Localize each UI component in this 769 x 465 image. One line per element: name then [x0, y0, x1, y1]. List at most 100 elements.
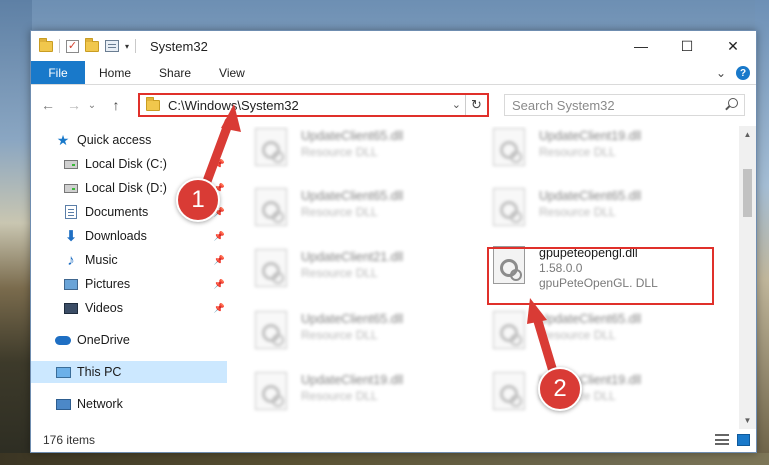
step-2-badge: 2	[538, 367, 582, 411]
dll-file-icon	[255, 188, 287, 226]
close-button[interactable]: ✕	[710, 31, 756, 61]
toolbar-separator	[135, 39, 137, 53]
file-description: Resource DLL	[301, 389, 378, 403]
dll-file-icon	[493, 128, 525, 166]
file-item[interactable]: UpdateClient65.dll Resource DLL	[493, 188, 713, 232]
dll-file-icon	[493, 188, 525, 226]
file-item[interactable]: UpdateClient65.dll Resource DLL	[255, 128, 475, 172]
refresh-button[interactable]: ↻	[465, 95, 487, 115]
address-folder-icon	[146, 96, 160, 111]
customize-toolbar-arrow-icon[interactable]: ▾	[125, 42, 129, 51]
scroll-thumb[interactable]	[743, 169, 752, 217]
disk-icon	[64, 183, 78, 193]
file-name: UpdateClient65.dll	[539, 312, 642, 326]
file-description: Resource DLL	[301, 328, 378, 342]
file-description: Resource DLL	[539, 328, 616, 342]
file-name: UpdateClient65.dll	[301, 189, 404, 203]
help-icon[interactable]: ?	[736, 66, 750, 80]
videos-icon	[64, 302, 78, 314]
file-item[interactable]: UpdateClient19.dll Resource DLL	[255, 372, 475, 416]
properties-icon[interactable]	[105, 40, 119, 52]
sidebar-item-videos[interactable]: Videos 📌	[63, 297, 225, 319]
file-item[interactable]: UpdateClient21.dll Resource DLL	[255, 249, 475, 293]
file-description: Resource DLL	[301, 145, 378, 159]
file-item[interactable]: UpdateClient19.dllResource DLL	[493, 128, 713, 172]
address-bar[interactable]: C:\Windows\System32 ⌄ ↻	[138, 93, 489, 117]
file-item[interactable]: UpdateClient65.dll Resource DLL	[255, 188, 475, 232]
back-button[interactable]: ←	[37, 97, 59, 113]
sidebar-item-label: Local Disk (D:)	[85, 181, 167, 195]
toolbar-separator	[59, 39, 60, 53]
tab-file[interactable]: File	[31, 61, 85, 84]
disk-icon	[64, 159, 78, 169]
vertical-scrollbar[interactable]: ▲ ▼	[739, 126, 756, 429]
tab-share[interactable]: Share	[145, 61, 205, 84]
address-path[interactable]: C:\Windows\System32	[168, 98, 299, 113]
sidebar-item-this-pc[interactable]: This PC	[31, 361, 227, 383]
dll-file-icon	[255, 249, 287, 287]
sidebar-item-quick-access[interactable]: ★ Quick access	[55, 129, 225, 151]
file-item[interactable]: UpdateClient19.dllResource DLL	[493, 372, 713, 416]
sidebar-item-downloads[interactable]: ⬇ Downloads 📌	[63, 225, 225, 247]
sidebar-item-label: Music	[85, 253, 118, 267]
expand-ribbon-icon[interactable]: ⌄	[716, 66, 726, 80]
file-name: UpdateClient65.dll	[301, 129, 404, 143]
tiles-view-icon[interactable]	[737, 434, 750, 446]
sidebar-item-network[interactable]: Network	[55, 393, 225, 415]
scroll-up-icon[interactable]: ▲	[739, 126, 756, 143]
quick-access-toolbar: ✓ ▾	[39, 37, 137, 53]
scroll-down-icon[interactable]: ▼	[739, 412, 756, 429]
file-name: UpdateClient19.dll	[301, 373, 404, 387]
sidebar-item-label: Quick access	[77, 133, 152, 147]
sidebar-item-label: Videos	[85, 301, 123, 315]
maximize-button[interactable]: ☐	[664, 31, 710, 61]
pin-icon[interactable]: 📌	[214, 255, 225, 266]
sidebar-item-music[interactable]: ♪ Music 📌	[63, 249, 225, 271]
sidebar-item-onedrive[interactable]: OneDrive	[55, 329, 225, 351]
this-pc-icon	[55, 366, 71, 378]
sidebar-item-pictures[interactable]: Pictures 📌	[63, 273, 225, 295]
dll-file-icon	[255, 128, 287, 166]
tab-home[interactable]: Home	[85, 61, 145, 84]
search-box[interactable]	[504, 94, 745, 116]
file-name: UpdateClient65.dll	[301, 312, 404, 326]
sidebar-item-label: This PC	[77, 365, 122, 379]
sidebar-item-local-disk-c[interactable]: Local Disk (C:) 📌	[63, 153, 225, 175]
pin-icon[interactable]: 📌	[214, 159, 225, 170]
network-icon	[55, 398, 71, 410]
forward-button[interactable]: →	[63, 97, 85, 113]
status-bar: 176 items	[31, 428, 758, 452]
search-input[interactable]	[505, 97, 715, 113]
navigation-pane: ★ Quick access Local Disk (C:) 📌 Local D…	[31, 126, 227, 429]
sidebar-item-label: OneDrive	[77, 333, 130, 347]
details-view-icon[interactable]	[715, 434, 729, 445]
up-button[interactable]: ↑	[105, 97, 127, 113]
search-icon[interactable]	[728, 98, 738, 108]
tab-view[interactable]: View	[205, 61, 259, 84]
file-item[interactable]: UpdateClient65.dll Resource DLL	[493, 311, 713, 355]
recent-locations-button[interactable]: ⌄	[85, 100, 99, 111]
address-dropdown-icon[interactable]: ⌄	[452, 98, 461, 111]
sidebar-item-label: Local Disk (C:)	[85, 157, 167, 171]
star-icon: ★	[56, 131, 70, 148]
desktop-wallpaper-bottom	[0, 453, 769, 465]
file-description: Resource DLL	[301, 205, 378, 219]
ribbon-right-controls: ⌄ ?	[716, 66, 750, 80]
sidebar-item-label: Pictures	[85, 277, 131, 291]
pin-icon[interactable]: 📌	[214, 303, 225, 314]
file-description: Resource DLL	[301, 266, 378, 280]
pin-icon[interactable]: 📌	[214, 231, 225, 242]
file-item[interactable]: UpdateClient65.dll Resource DLL	[255, 311, 475, 355]
onedrive-icon	[55, 335, 71, 345]
downloads-icon: ⬇	[64, 228, 78, 245]
properties-check-icon[interactable]: ✓	[66, 39, 79, 53]
file-name: UpdateClient21.dll	[301, 250, 404, 264]
pictures-icon	[64, 278, 78, 290]
pin-icon[interactable]: 📌	[214, 279, 225, 290]
new-folder-icon[interactable]	[85, 37, 99, 52]
dll-file-icon	[493, 311, 525, 349]
target-file-highlight	[487, 247, 714, 305]
file-description: Resource DLL	[539, 205, 616, 219]
navigation-bar: ← → ⌄ ↑ C:\Windows\System32 ⌄ ↻	[31, 85, 756, 125]
minimize-button[interactable]: —	[618, 31, 664, 61]
